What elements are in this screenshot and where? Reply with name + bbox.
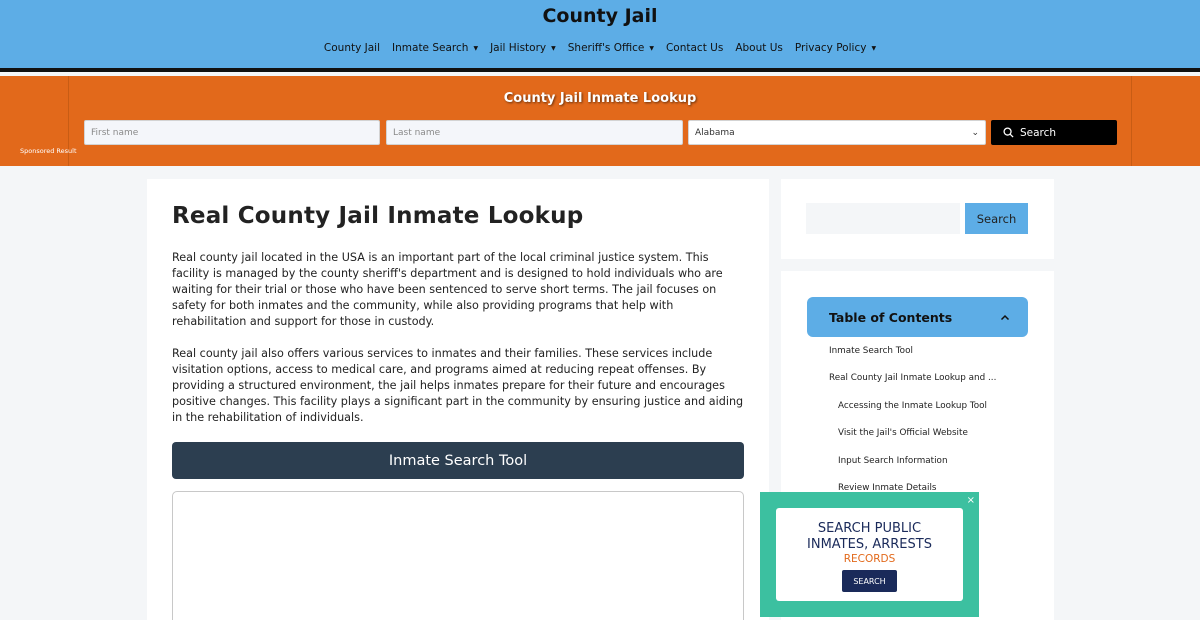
- sidebar-search-input[interactable]: [806, 203, 960, 234]
- search-icon: [1003, 127, 1014, 138]
- toc-item[interactable]: Accessing the Inmate Lookup Tool: [807, 392, 1028, 420]
- toc-toggle[interactable]: Table of Contents: [807, 297, 1028, 337]
- nav-label: Privacy Policy: [794, 42, 867, 54]
- nav-item-privacy-policy[interactable]: Privacy Policy ▼: [789, 42, 882, 54]
- banner-title: County Jail Inmate Lookup: [503, 91, 697, 106]
- toc-item[interactable]: Inmate Search Tool: [807, 337, 1028, 365]
- article-paragraph: Real county jail also offers various ser…: [172, 347, 744, 424]
- nav-label: Sheriff's Office: [567, 42, 645, 54]
- page-title: Real County Jail Inmate Lookup: [172, 203, 584, 229]
- caret-down-icon: ▼: [871, 44, 877, 52]
- nav-item-jail-history[interactable]: Jail History ▼: [484, 42, 562, 54]
- ad-headline-line: INMATES, ARRESTS: [807, 537, 932, 552]
- nav-label: County Jail: [323, 42, 381, 54]
- nav-label: Contact Us: [665, 42, 724, 54]
- toc-item[interactable]: Input Search Information: [807, 447, 1028, 475]
- nav-item-contact-us[interactable]: Contact Us: [660, 42, 729, 54]
- chevron-down-icon: ⌄: [971, 127, 979, 138]
- article-paragraph: Real county jail located in the USA is a…: [172, 251, 723, 328]
- nav-label: About Us: [735, 42, 783, 54]
- sidebar-search-button[interactable]: Search: [965, 203, 1028, 234]
- state-select-value: Alabama: [695, 127, 735, 138]
- toc-item[interactable]: Visit the Jail's Official Website: [807, 420, 1028, 448]
- close-icon[interactable]: ×: [967, 495, 975, 506]
- ad-popup: × SEARCH PUBLIC INMATES, ARRESTS RECORDS…: [760, 492, 979, 617]
- nav-label: Jail History: [490, 42, 547, 54]
- sponsored-label: Sponsored Result: [20, 147, 77, 155]
- toc-item[interactable]: Real County Jail Inmate Lookup and ...: [807, 365, 1028, 393]
- inmate-lookup-banner: County Jail Inmate Lookup Alabama ⌄ Sear…: [0, 76, 1200, 166]
- toc-title: Table of Contents: [829, 309, 953, 325]
- site-header: County Jail County Jail Inmate Search ▼ J…: [0, 0, 1200, 72]
- state-select[interactable]: Alabama ⌄: [688, 120, 986, 145]
- chevron-up-icon: [1000, 314, 1010, 320]
- caret-down-icon: ▼: [551, 44, 556, 52]
- first-name-input[interactable]: [84, 120, 380, 145]
- ad-headline-line: SEARCH PUBLIC: [817, 521, 922, 536]
- main-nav: County Jail Inmate Search ▼ Jail History ▼…: [0, 42, 1200, 54]
- sidebar-search-widget: Search: [781, 179, 1054, 259]
- ad-search-button[interactable]: SEARCH: [842, 570, 897, 592]
- site-title[interactable]: County Jail: [0, 5, 1200, 27]
- nav-label: Inmate Search: [392, 42, 469, 54]
- inmate-search-tool-frame[interactable]: [172, 491, 744, 620]
- caret-down-icon: ▼: [473, 44, 479, 52]
- nav-item-county-jail[interactable]: County Jail: [318, 42, 386, 54]
- nav-item-sheriffs-office[interactable]: Sheriff's Office ▼: [562, 42, 660, 54]
- caret-down-icon: ▼: [649, 44, 654, 52]
- toc-list: Inmate Search Tool Real County Jail Inma…: [807, 337, 1028, 502]
- nav-item-about-us[interactable]: About Us: [729, 42, 789, 54]
- ad-headline: SEARCH PUBLIC INMATES, ARRESTS: [776, 521, 963, 553]
- ad-subline: RECORDS: [843, 553, 896, 565]
- inmate-search-tool-heading: Inmate Search Tool: [172, 442, 744, 479]
- nav-item-inmate-search[interactable]: Inmate Search ▼: [386, 42, 484, 54]
- banner-search-button[interactable]: Search: [991, 120, 1117, 145]
- last-name-input[interactable]: [386, 120, 683, 145]
- article: Real County Jail Inmate Lookup Real coun…: [147, 179, 769, 620]
- ad-card: SEARCH PUBLIC INMATES, ARRESTS RECORDS S…: [776, 508, 963, 601]
- banner-search-label: Search: [1020, 126, 1057, 139]
